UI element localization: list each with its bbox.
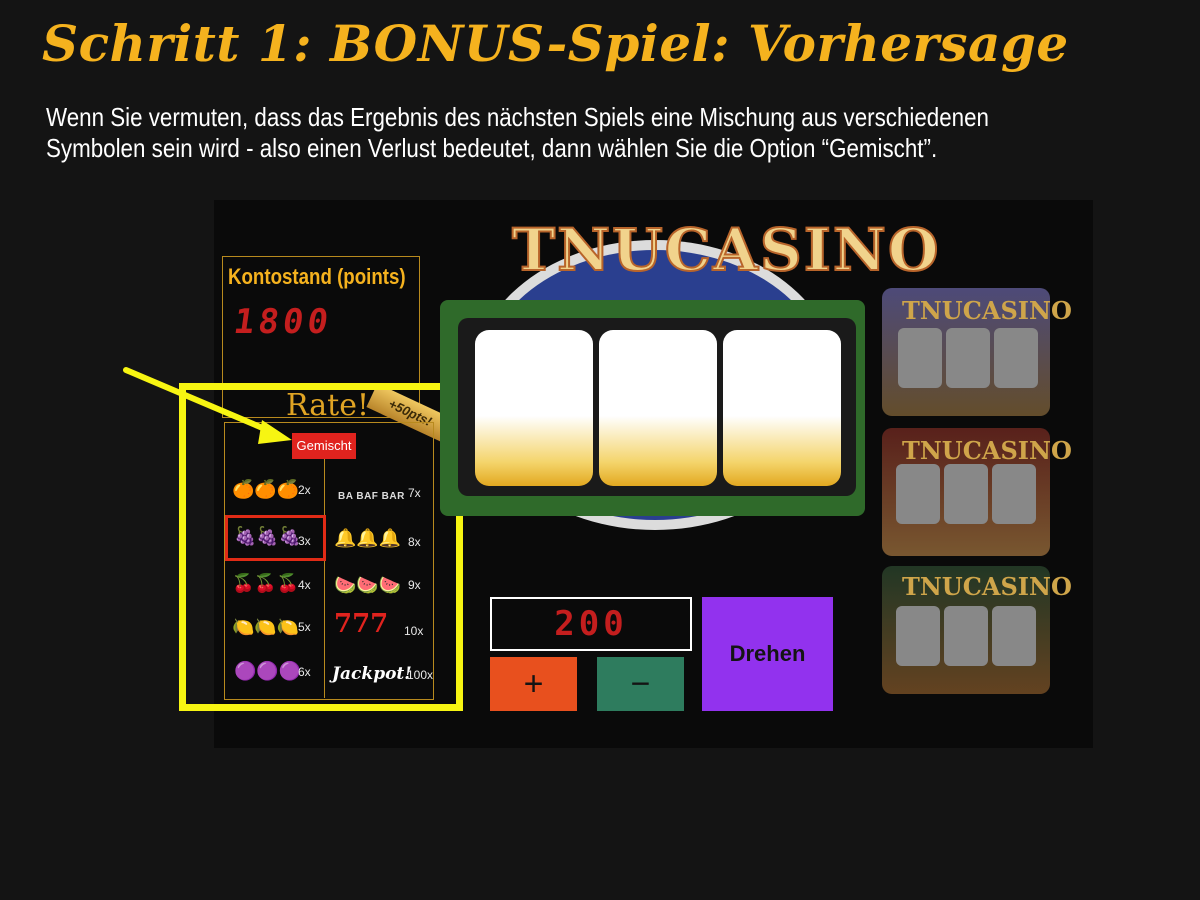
pointer-arrow (123, 367, 292, 444)
